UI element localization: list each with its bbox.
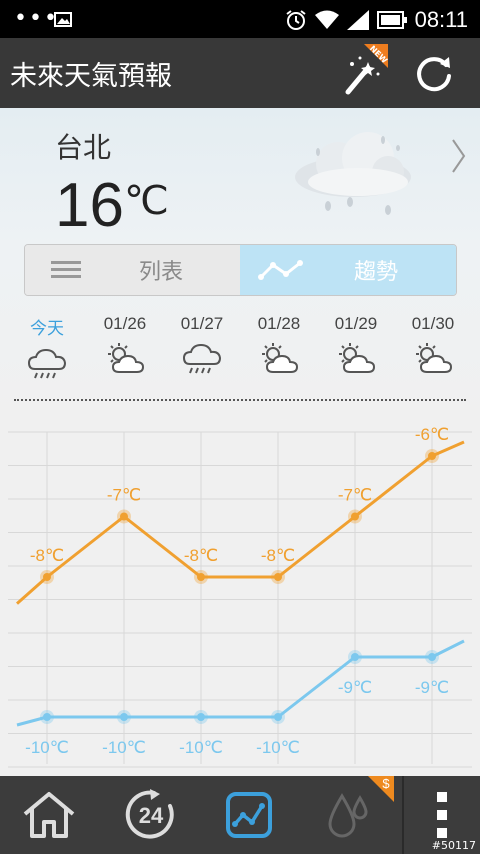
low-temp-point xyxy=(351,653,359,661)
high-temp-point xyxy=(43,573,51,581)
refresh-icon[interactable] xyxy=(412,52,456,96)
temperature-unit: ℃ xyxy=(123,179,169,223)
day-column[interactable]: 01/30 xyxy=(398,314,468,376)
next-city-chevron-icon[interactable] xyxy=(448,136,468,176)
magic-wand-button[interactable]: NEW xyxy=(338,44,389,102)
paid-badge-icon: $ xyxy=(368,776,394,802)
more-vertical-icon xyxy=(437,792,447,838)
low-temp-point xyxy=(274,713,282,721)
city-name[interactable]: 台北 xyxy=(55,126,111,166)
high-temp-point xyxy=(428,452,436,460)
dotted-divider xyxy=(14,399,466,401)
paid-badge-text: $ xyxy=(382,776,390,791)
cloud-rain-weather-icon xyxy=(295,132,411,215)
day-column[interactable]: 01/26 xyxy=(90,314,160,376)
low-temp-label: -10℃ xyxy=(25,738,69,757)
day-label: 今天 xyxy=(30,319,64,338)
forecast-day-row: 今天 01/26 01/27 01/28 01/29 01/30 xyxy=(0,314,480,384)
partly-sunny-icon xyxy=(262,343,299,373)
hours-24-icon: 24 xyxy=(125,789,174,839)
nav-home-button[interactable] xyxy=(8,776,90,854)
current-temperature: 16℃ xyxy=(55,170,169,241)
day-label: 01/29 xyxy=(334,314,378,333)
low-temp-label: -10℃ xyxy=(256,738,300,757)
high-temp-label: -8℃ xyxy=(261,546,295,565)
battery-icon xyxy=(376,11,407,29)
high-temp-label: -6℃ xyxy=(415,425,449,444)
low-temp-point xyxy=(197,713,205,721)
low-temp-point xyxy=(428,653,436,661)
bottom-nav: 24 $ #50117 xyxy=(0,776,480,854)
watermark-text: #50117 xyxy=(431,839,476,852)
low-temp-point xyxy=(120,713,128,721)
nav-trend-button[interactable] xyxy=(208,776,290,854)
wifi-icon xyxy=(314,10,339,29)
low-temp-point xyxy=(43,713,51,721)
low-temp-line xyxy=(16,639,465,727)
partly-sunny-icon xyxy=(339,343,376,373)
high-temp-point xyxy=(197,573,205,581)
image-notification-icon xyxy=(54,12,72,27)
signal-icon xyxy=(346,10,369,30)
high-temp-label: -8℃ xyxy=(30,546,64,565)
app-bar: 未來天氣預報 NEW xyxy=(0,38,480,108)
day-label: 01/26 xyxy=(103,314,147,333)
home-icon xyxy=(23,792,75,838)
high-temp-point xyxy=(274,573,282,581)
cloud-rain-icon xyxy=(182,343,222,374)
view-toggle: 列表 趨勢 xyxy=(24,244,457,296)
list-icon xyxy=(51,261,81,278)
main-content: 台北 16℃ 列表 趨勢 今天 01/26 01/27 01/28 01/29 … xyxy=(0,108,480,776)
status-time: 08:11 xyxy=(414,7,468,32)
app-title: 未來天氣預報 xyxy=(10,61,172,92)
notification-dots: ••• xyxy=(14,6,59,31)
high-temp-line xyxy=(16,440,465,605)
trend-chart-icon xyxy=(226,792,272,838)
trend-view-tab[interactable]: 趨勢 xyxy=(240,245,456,295)
low-temp-label: -10℃ xyxy=(179,738,223,757)
high-temp-label: -8℃ xyxy=(184,546,218,565)
cloud-rain-icon xyxy=(27,348,67,379)
low-temp-label: -10℃ xyxy=(102,738,146,757)
day-label: 01/28 xyxy=(257,314,301,333)
status-bar: ••• 08:11 xyxy=(0,0,480,38)
low-temp-label: -9℃ xyxy=(415,678,449,697)
day-column[interactable]: 01/29 xyxy=(321,314,391,376)
list-view-tab[interactable]: 列表 xyxy=(25,245,240,295)
high-temp-label: -7℃ xyxy=(107,486,141,505)
hours-24-text: 24 xyxy=(139,803,164,828)
alarm-icon xyxy=(285,10,306,30)
nav-24-hours-button[interactable]: 24 xyxy=(110,776,192,854)
trend-view-label: 趨勢 xyxy=(354,260,399,285)
low-temp-label: -9℃ xyxy=(338,678,372,697)
day-label: 01/27 xyxy=(180,314,224,333)
day-label: 01/30 xyxy=(411,314,455,333)
trend-line-icon xyxy=(258,260,303,280)
high-temp-label: -7℃ xyxy=(338,486,372,505)
high-temp-point xyxy=(120,512,128,521)
partly-sunny-icon xyxy=(108,343,145,373)
raindrops-icon xyxy=(328,793,368,838)
day-column[interactable]: 01/28 xyxy=(244,314,314,376)
day-column[interactable]: 01/27 xyxy=(167,314,237,376)
high-temp-point xyxy=(351,512,359,521)
temperature-trend-chart: -8℃ -7℃ -8℃ -8℃ -7℃ -6℃ -10℃ -10℃ -10℃ -10℃ -9℃ -9℃ xyxy=(8,425,472,768)
temperature-value: 16 xyxy=(55,171,124,240)
list-view-label: 列表 xyxy=(139,260,184,285)
day-column[interactable]: 今天 xyxy=(12,314,82,381)
partly-sunny-icon xyxy=(416,343,453,373)
nav-rain-button[interactable]: $ xyxy=(306,776,394,854)
